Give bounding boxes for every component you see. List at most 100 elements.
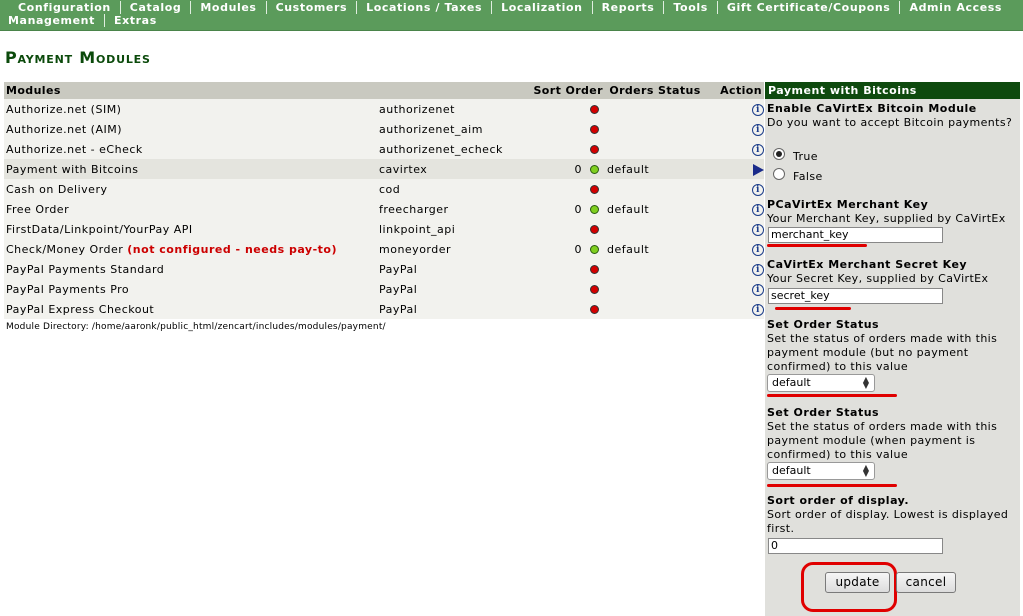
table-row[interactable]: PayPal Payments Standard PayPal i — [4, 259, 764, 279]
nav-localization[interactable]: Localization — [491, 1, 592, 14]
module-sort-cell — [527, 119, 605, 139]
module-sort-cell — [527, 219, 605, 239]
radio-false[interactable] — [773, 168, 785, 180]
module-action-cell: i — [705, 139, 764, 159]
table-row[interactable]: Payment with Bitcoins cavirtex 0 default — [4, 159, 764, 179]
module-sort-order: 0 — [574, 242, 582, 256]
module-name-cell: PayPal Payments Standard — [4, 259, 377, 279]
top-navigation: Configuration Catalog Modules Customers Loca… — [0, 0, 1023, 31]
table-header-row: Modules Sort Order Orders Status Action — [4, 82, 764, 99]
info-icon[interactable]: i — [752, 283, 764, 296]
module-code: PayPal — [377, 279, 527, 299]
not-configured-warning: (not configured - needs pay-to) — [127, 242, 337, 256]
order-status-2-desc-line2: payment module (when payment is — [767, 434, 976, 447]
nav-reports[interactable]: Reports — [591, 1, 664, 14]
radio-false-label: False — [793, 170, 823, 183]
module-name-cell: Check/Money Order (not configured - need… — [4, 239, 377, 259]
module-code: moneyorder — [377, 239, 527, 259]
nav-catalog[interactable]: Catalog — [119, 1, 191, 14]
table-row[interactable]: Check/Money Order (not configured - need… — [4, 239, 764, 259]
sort-order-input[interactable]: 0 — [768, 538, 943, 554]
order-status-1-desc-line1: Set the status of orders made with this — [767, 332, 998, 345]
module-orders-status — [605, 119, 705, 139]
cancel-button[interactable]: cancel — [896, 572, 956, 593]
secret-key-input[interactable]: secret_key — [768, 288, 943, 304]
nav-row-2: Management Extras — [0, 14, 166, 27]
info-icon[interactable]: i — [752, 123, 764, 136]
info-icon[interactable]: i — [752, 203, 764, 216]
module-action-cell: i — [705, 119, 764, 139]
info-icon[interactable]: i — [752, 223, 764, 236]
table-row[interactable]: Authorize.net - eCheck authorizenet_echec… — [4, 139, 764, 159]
order-status-2-title: Set Order Status — [767, 406, 880, 419]
module-code: authorizenet_aim — [377, 119, 527, 139]
nav-management[interactable]: Management — [0, 14, 104, 27]
module-action-cell: i — [705, 199, 764, 219]
info-icon[interactable]: i — [752, 243, 764, 256]
merchant-key-annotation — [767, 244, 867, 247]
nav-extras[interactable]: Extras — [103, 14, 166, 27]
table-row[interactable]: Cash on Delivery cod i — [4, 179, 764, 199]
module-code: authorizenet_echeck — [377, 139, 527, 159]
module-sort-cell: 0 — [527, 239, 605, 259]
table-row[interactable]: FirstData/Linkpoint/YourPay API linkpoint… — [4, 219, 764, 239]
edit-panel: Payment with Bitcoins Enable CaVirtEx Bi… — [765, 82, 1020, 616]
status-disabled-icon — [590, 105, 599, 114]
module-orders-status — [605, 219, 705, 239]
module-name: Cash on Delivery — [6, 182, 108, 196]
module-sort-cell: 0 — [527, 159, 605, 179]
module-name: Free Order — [6, 202, 70, 216]
module-sort-order: 0 — [574, 202, 582, 216]
module-action-cell — [705, 159, 764, 179]
module-name-cell: Authorize.net (SIM) — [4, 99, 377, 119]
table-row[interactable]: Authorize.net (AIM) authorizenet_aim i — [4, 119, 764, 139]
nav-configuration[interactable]: Configuration — [0, 1, 120, 14]
table-row[interactable]: PayPal Express Checkout PayPal i — [4, 299, 764, 319]
order-status-2-annotation — [767, 484, 897, 487]
table-row[interactable]: Authorize.net (SIM) authorizenet i — [4, 99, 764, 119]
module-directory: Module Directory: /home/aaronk/public_ht… — [6, 322, 386, 332]
order-status-2-desc-line3: confirmed) to this value — [767, 448, 909, 461]
status-enabled-icon — [590, 245, 599, 254]
table-row[interactable]: PayPal Payments Pro PayPal i — [4, 279, 764, 299]
sort-order-desc-line2: first. — [767, 522, 795, 535]
order-status-1-select[interactable]: default ▲ ▼ — [767, 374, 875, 392]
header-orders-status: Orders Status — [605, 82, 705, 99]
nav-customers[interactable]: Customers — [265, 1, 357, 14]
update-button[interactable]: update — [825, 572, 890, 593]
module-orders-status: default — [605, 239, 705, 259]
order-status-2-select[interactable]: default ▲ ▼ — [767, 462, 875, 480]
panel-header: Payment with Bitcoins — [765, 82, 1020, 99]
module-sort-cell — [527, 279, 605, 299]
radio-true[interactable] — [773, 148, 785, 160]
arrow-icon[interactable] — [753, 163, 764, 176]
sort-order-title: Sort order of display. — [767, 494, 909, 507]
nav-tools[interactable]: Tools — [663, 1, 716, 14]
info-icon[interactable]: i — [752, 103, 764, 116]
info-icon[interactable]: i — [752, 143, 764, 156]
info-icon[interactable]: i — [752, 303, 764, 316]
module-name-cell: Authorize.net (AIM) — [4, 119, 377, 139]
info-icon[interactable]: i — [752, 183, 764, 196]
table-row[interactable]: Free Order freecharger 0 default i — [4, 199, 764, 219]
module-name-cell: Payment with Bitcoins — [4, 159, 377, 179]
radio-true-label: True — [793, 150, 818, 163]
order-status-2-desc-line1: Set the status of orders made with this — [767, 420, 998, 433]
module-orders-status: default — [605, 199, 705, 219]
page-title: Payment Modules — [5, 48, 151, 67]
module-action-cell: i — [705, 99, 764, 119]
nav-locations-taxes[interactable]: Locations / Taxes — [356, 1, 491, 14]
nav-modules[interactable]: Modules — [190, 1, 265, 14]
module-sort-order: 0 — [574, 162, 582, 176]
module-action-cell: i — [705, 219, 764, 239]
module-name: PayPal Express Checkout — [6, 302, 155, 316]
enable-title: Enable CaVirtEx Bitcoin Module — [767, 102, 977, 115]
nav-gift-certificates[interactable]: Gift Certificate/Coupons — [716, 1, 900, 14]
nav-admin-access[interactable]: Admin Access — [899, 1, 1011, 14]
status-disabled-icon — [590, 225, 599, 234]
module-name: Check/Money Order — [6, 242, 124, 256]
module-code: freecharger — [377, 199, 527, 219]
merchant-key-input[interactable]: merchant_key — [768, 227, 943, 243]
info-icon[interactable]: i — [752, 263, 764, 276]
nav-row-1: Configuration Catalog Modules Customers Loca… — [0, 1, 1011, 14]
